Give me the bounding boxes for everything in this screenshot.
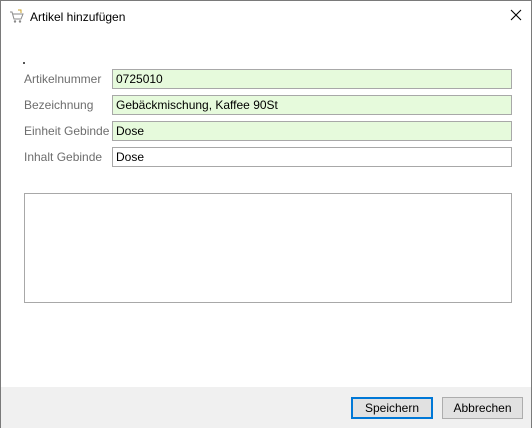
close-icon bbox=[510, 9, 522, 24]
close-button[interactable] bbox=[501, 1, 531, 32]
bezeichnung-field[interactable]: Gebäckmischung, Kaffee 90St bbox=[112, 95, 512, 115]
dialog-window: Artikel hinzufügen Artikelnummer 0725010… bbox=[0, 0, 532, 428]
inhalt-gebinde-field[interactable]: Dose bbox=[112, 147, 512, 167]
cancel-button[interactable]: Abbrechen bbox=[442, 397, 523, 419]
title-bar: Artikel hinzufügen bbox=[1, 1, 531, 32]
artikelnummer-field[interactable]: 0725010 bbox=[112, 69, 512, 89]
window-title: Artikel hinzufügen bbox=[30, 10, 126, 24]
label-bezeichnung: Bezeichnung bbox=[24, 98, 94, 112]
einheit-gebinde-field[interactable]: Dose bbox=[112, 121, 512, 141]
decorative-dot bbox=[23, 62, 25, 64]
label-inhalt-gebinde: Inhalt Gebinde bbox=[24, 150, 103, 164]
cart-icon bbox=[9, 9, 25, 25]
save-button[interactable]: Speichern bbox=[351, 397, 433, 419]
notes-textarea[interactable] bbox=[24, 193, 512, 303]
button-bar: Speichern Abbrechen bbox=[1, 387, 531, 428]
label-einheit-gebinde: Einheit Gebinde bbox=[24, 124, 110, 138]
label-artikelnummer: Artikelnummer bbox=[24, 72, 102, 86]
